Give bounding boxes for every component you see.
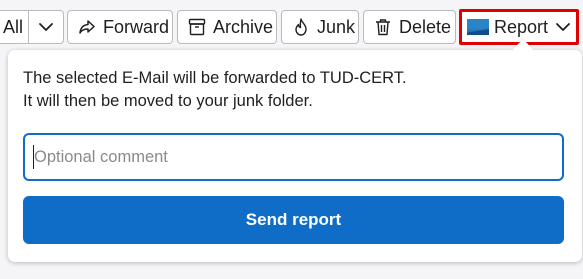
report-message: The selected E-Mail will be forwarded to… xyxy=(23,67,407,113)
report-button[interactable]: Report xyxy=(459,9,579,45)
archive-box-icon xyxy=(188,18,206,36)
chevron-down-icon xyxy=(556,23,570,31)
chevron-down-icon xyxy=(39,23,53,31)
report-message-line2: It will then be moved to your junk folde… xyxy=(23,92,313,110)
archive-label: Archive xyxy=(213,16,274,37)
flame-icon xyxy=(295,18,307,36)
archive-button[interactable]: Archive xyxy=(177,10,277,44)
all-button[interactable]: All xyxy=(0,10,28,44)
report-flag-icon xyxy=(467,19,489,35)
text-cursor xyxy=(33,145,34,169)
forward-arrow-icon xyxy=(79,20,95,34)
report-popup-panel: The selected E-Mail will be forwarded to… xyxy=(8,50,582,262)
optional-comment-input[interactable] xyxy=(23,133,564,181)
all-label: All xyxy=(3,16,24,37)
report-message-line1: The selected E-Mail will be forwarded to… xyxy=(23,69,407,87)
delete-label: Delete xyxy=(399,16,452,37)
all-dropdown-button[interactable] xyxy=(28,10,64,44)
trash-icon xyxy=(376,19,390,36)
forward-button[interactable]: Forward xyxy=(67,10,173,44)
report-label: Report xyxy=(494,16,549,37)
junk-label: Junk xyxy=(317,16,356,37)
junk-button[interactable]: Junk xyxy=(281,10,359,44)
message-toolbar: All Forward Archive Junk Delete Report xyxy=(0,0,583,50)
delete-button[interactable]: Delete xyxy=(363,10,456,44)
send-report-button[interactable]: Send report xyxy=(23,196,564,244)
forward-label: Forward xyxy=(103,16,170,37)
